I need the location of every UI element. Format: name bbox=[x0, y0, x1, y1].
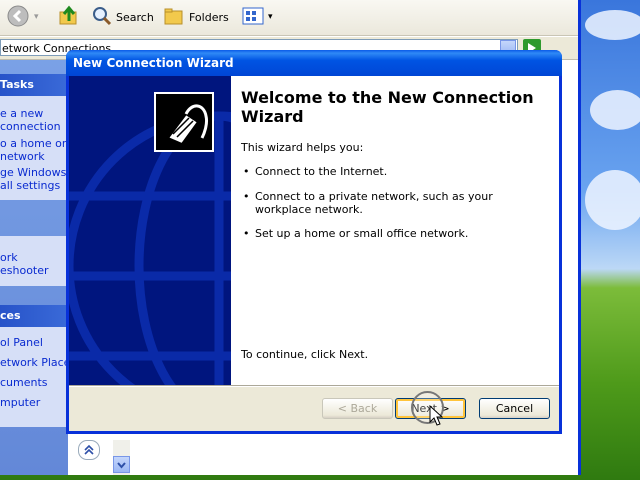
bullet-text: Connect to a private network, such as yo… bbox=[255, 190, 493, 216]
wizard-side-panel bbox=[69, 76, 231, 385]
connection-wizard-dialog: New Connection Wizard Welcome to the New… bbox=[66, 50, 562, 434]
toolbar: ▾ Search Folders ▾ bbox=[0, 0, 578, 36]
wizard-intro: This wizard helps you: bbox=[241, 141, 364, 154]
collapse-icon[interactable] bbox=[78, 440, 100, 460]
cloud bbox=[585, 170, 640, 230]
bullet-text: Set up a home or small office network. bbox=[255, 227, 469, 240]
back-dropdown-icon: ▾ bbox=[34, 12, 39, 22]
wizard-content: Welcome to the New Connection Wizard Thi… bbox=[231, 76, 559, 385]
cloud bbox=[585, 10, 640, 40]
scroll-down-icon[interactable] bbox=[113, 456, 130, 473]
bullet-text: Connect to the Internet. bbox=[255, 165, 388, 178]
place-link-network-places[interactable]: etwork Places bbox=[0, 356, 68, 369]
search-button[interactable]: Search bbox=[92, 5, 154, 29]
cancel-button[interactable]: Cancel bbox=[479, 398, 550, 419]
views-button[interactable]: ▾ bbox=[242, 5, 273, 29]
wizard-heading: Welcome to the New Connection Wizard bbox=[241, 88, 534, 126]
task-link-firewall-2[interactable]: all settings bbox=[0, 179, 60, 192]
place-link-documents[interactable]: cuments bbox=[0, 376, 48, 389]
views-icon bbox=[242, 6, 264, 29]
network-cable-icon bbox=[154, 92, 214, 152]
bullet-dot: • bbox=[243, 165, 250, 178]
task-link-home-network[interactable]: o a home or small bbox=[0, 137, 68, 150]
see-also-body: ork eshooter bbox=[0, 236, 68, 286]
network-tasks-header[interactable]: Tasks bbox=[0, 74, 68, 96]
views-dropdown-icon: ▾ bbox=[268, 12, 273, 22]
wizard-titlebar[interactable]: New Connection Wizard bbox=[66, 50, 562, 76]
wizard-title: New Connection Wizard bbox=[73, 56, 234, 70]
back-button[interactable]: ▾ bbox=[6, 5, 39, 29]
up-button[interactable] bbox=[58, 5, 80, 29]
search-label: Search bbox=[116, 10, 154, 24]
see-also-link-troubleshooter[interactable]: eshooter bbox=[0, 264, 49, 277]
bullet-dot: • bbox=[243, 190, 250, 203]
folders-icon bbox=[163, 6, 185, 29]
folders-button[interactable]: Folders bbox=[163, 5, 229, 29]
other-places-body: ol Panel etwork Places cuments mputer bbox=[0, 327, 68, 427]
continue-instruction: To continue, click Next. bbox=[241, 348, 369, 361]
network-tasks-body: e a new connection o a home or small net… bbox=[0, 96, 68, 200]
task-link-home-network-2[interactable]: network bbox=[0, 150, 45, 163]
search-icon bbox=[92, 6, 112, 29]
up-folder-icon bbox=[58, 5, 80, 30]
task-pane: Tasks e a new connection o a home or sma… bbox=[0, 60, 68, 475]
back-button[interactable]: < Back bbox=[322, 398, 393, 419]
other-places-header[interactable]: ces bbox=[0, 305, 68, 327]
cloud bbox=[590, 90, 640, 130]
button-separator bbox=[69, 385, 559, 387]
place-link-control-panel[interactable]: ol Panel bbox=[0, 336, 43, 349]
see-also-link-network[interactable]: ork bbox=[0, 251, 18, 264]
task-link-create-connection-2[interactable]: connection bbox=[0, 120, 61, 133]
bullet-dot: • bbox=[243, 227, 250, 240]
task-link-create-connection[interactable]: e a new bbox=[0, 107, 43, 120]
place-link-computer[interactable]: mputer bbox=[0, 396, 40, 409]
task-link-firewall[interactable]: ge Windows bbox=[0, 166, 66, 179]
back-arrow-icon bbox=[6, 4, 30, 31]
folders-label: Folders bbox=[189, 10, 229, 24]
